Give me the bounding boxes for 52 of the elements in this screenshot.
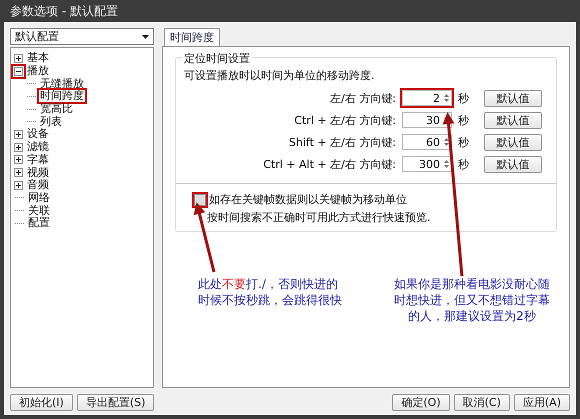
default-button[interactable]: 默认值 <box>484 112 542 128</box>
checkbox[interactable] <box>194 194 206 206</box>
default-button[interactable]: 默认值 <box>484 156 542 172</box>
tree-item[interactable]: 音频 <box>26 179 50 192</box>
tree-item[interactable]: 字幕 <box>26 154 50 166</box>
expand-icon[interactable] <box>13 154 24 166</box>
tree-item[interactable]: 滤镜 <box>26 141 50 154</box>
seconds-spinbox[interactable]: 60 <box>402 134 452 150</box>
seconds-spinbox[interactable]: 2 <box>402 90 452 106</box>
collapse-icon[interactable] <box>13 66 24 77</box>
expand-icon[interactable] <box>13 128 24 140</box>
tree-item[interactable]: 配置 <box>27 217 51 230</box>
tab[interactable]: 时间跨度 <box>164 28 220 46</box>
tree-item[interactable]: 设备 <box>26 128 50 140</box>
footer-button[interactable]: 应用(A) <box>514 394 570 411</box>
default-button[interactable]: 默认值 <box>484 134 542 150</box>
unit-label: 秒 <box>458 112 470 128</box>
hint-text: 按时间搜索不正确时可用此方式进行快速预览. <box>206 210 432 225</box>
seconds-spinbox[interactable]: 300 <box>402 156 452 172</box>
default-button[interactable]: 默认值 <box>484 90 542 106</box>
footer-button[interactable]: 确定(O) <box>392 394 450 411</box>
key-label: Ctrl + 左/右 方向键: <box>294 112 396 128</box>
tree-item[interactable]: 无缝播放 <box>39 78 85 90</box>
tree-item[interactable]: 宽高比 <box>39 103 74 116</box>
unit-label: 秒 <box>458 90 470 106</box>
expand-icon[interactable] <box>13 180 24 191</box>
tree-item[interactable]: 列表 <box>39 116 63 128</box>
expand-icon[interactable] <box>13 52 24 64</box>
tree-item[interactable]: 基本 <box>26 52 50 64</box>
profile-dropdown[interactable]: 默认配置 <box>10 28 154 45</box>
unit-label: 秒 <box>458 156 470 172</box>
checkbox-label: 如存在关键帧数据则以关键帧为移动单位 <box>209 192 407 207</box>
footer-button[interactable]: 初始化(I) <box>10 394 73 411</box>
seconds-spinbox[interactable]: 30 <box>402 112 452 128</box>
group-title: 定位时间设置 <box>182 51 252 66</box>
footer-button[interactable]: 导出配置(S) <box>76 394 154 411</box>
annotation-text: 如果你是那种看电影没耐心随时想快进，但又不想错过字幕的人，那建议设置为2秒 <box>392 276 552 324</box>
expand-icon[interactable] <box>13 167 24 178</box>
tree-item[interactable]: 时间跨度 <box>39 90 85 102</box>
footer-button[interactable]: 取消(C) <box>454 394 510 411</box>
caret-icon <box>142 34 149 38</box>
tree-item[interactable]: 关联 <box>27 204 51 217</box>
tree-item[interactable]: 视频 <box>26 166 50 179</box>
tree-item[interactable]: 网络 <box>27 192 51 204</box>
window-title: 参数选项 - 默认配置 <box>9 3 119 20</box>
description-text: 可设置播放时以时间为单位的移动跨度. <box>184 68 376 83</box>
tree-item[interactable]: 播放 <box>26 65 50 78</box>
key-label: Ctrl + Alt + 左/右 方向键: <box>263 156 396 172</box>
key-label: Shift + 左/右 方向键: <box>288 134 396 150</box>
expand-icon[interactable] <box>13 142 24 153</box>
unit-label: 秒 <box>458 134 470 150</box>
key-label: 左/右 方向键: <box>330 90 396 106</box>
